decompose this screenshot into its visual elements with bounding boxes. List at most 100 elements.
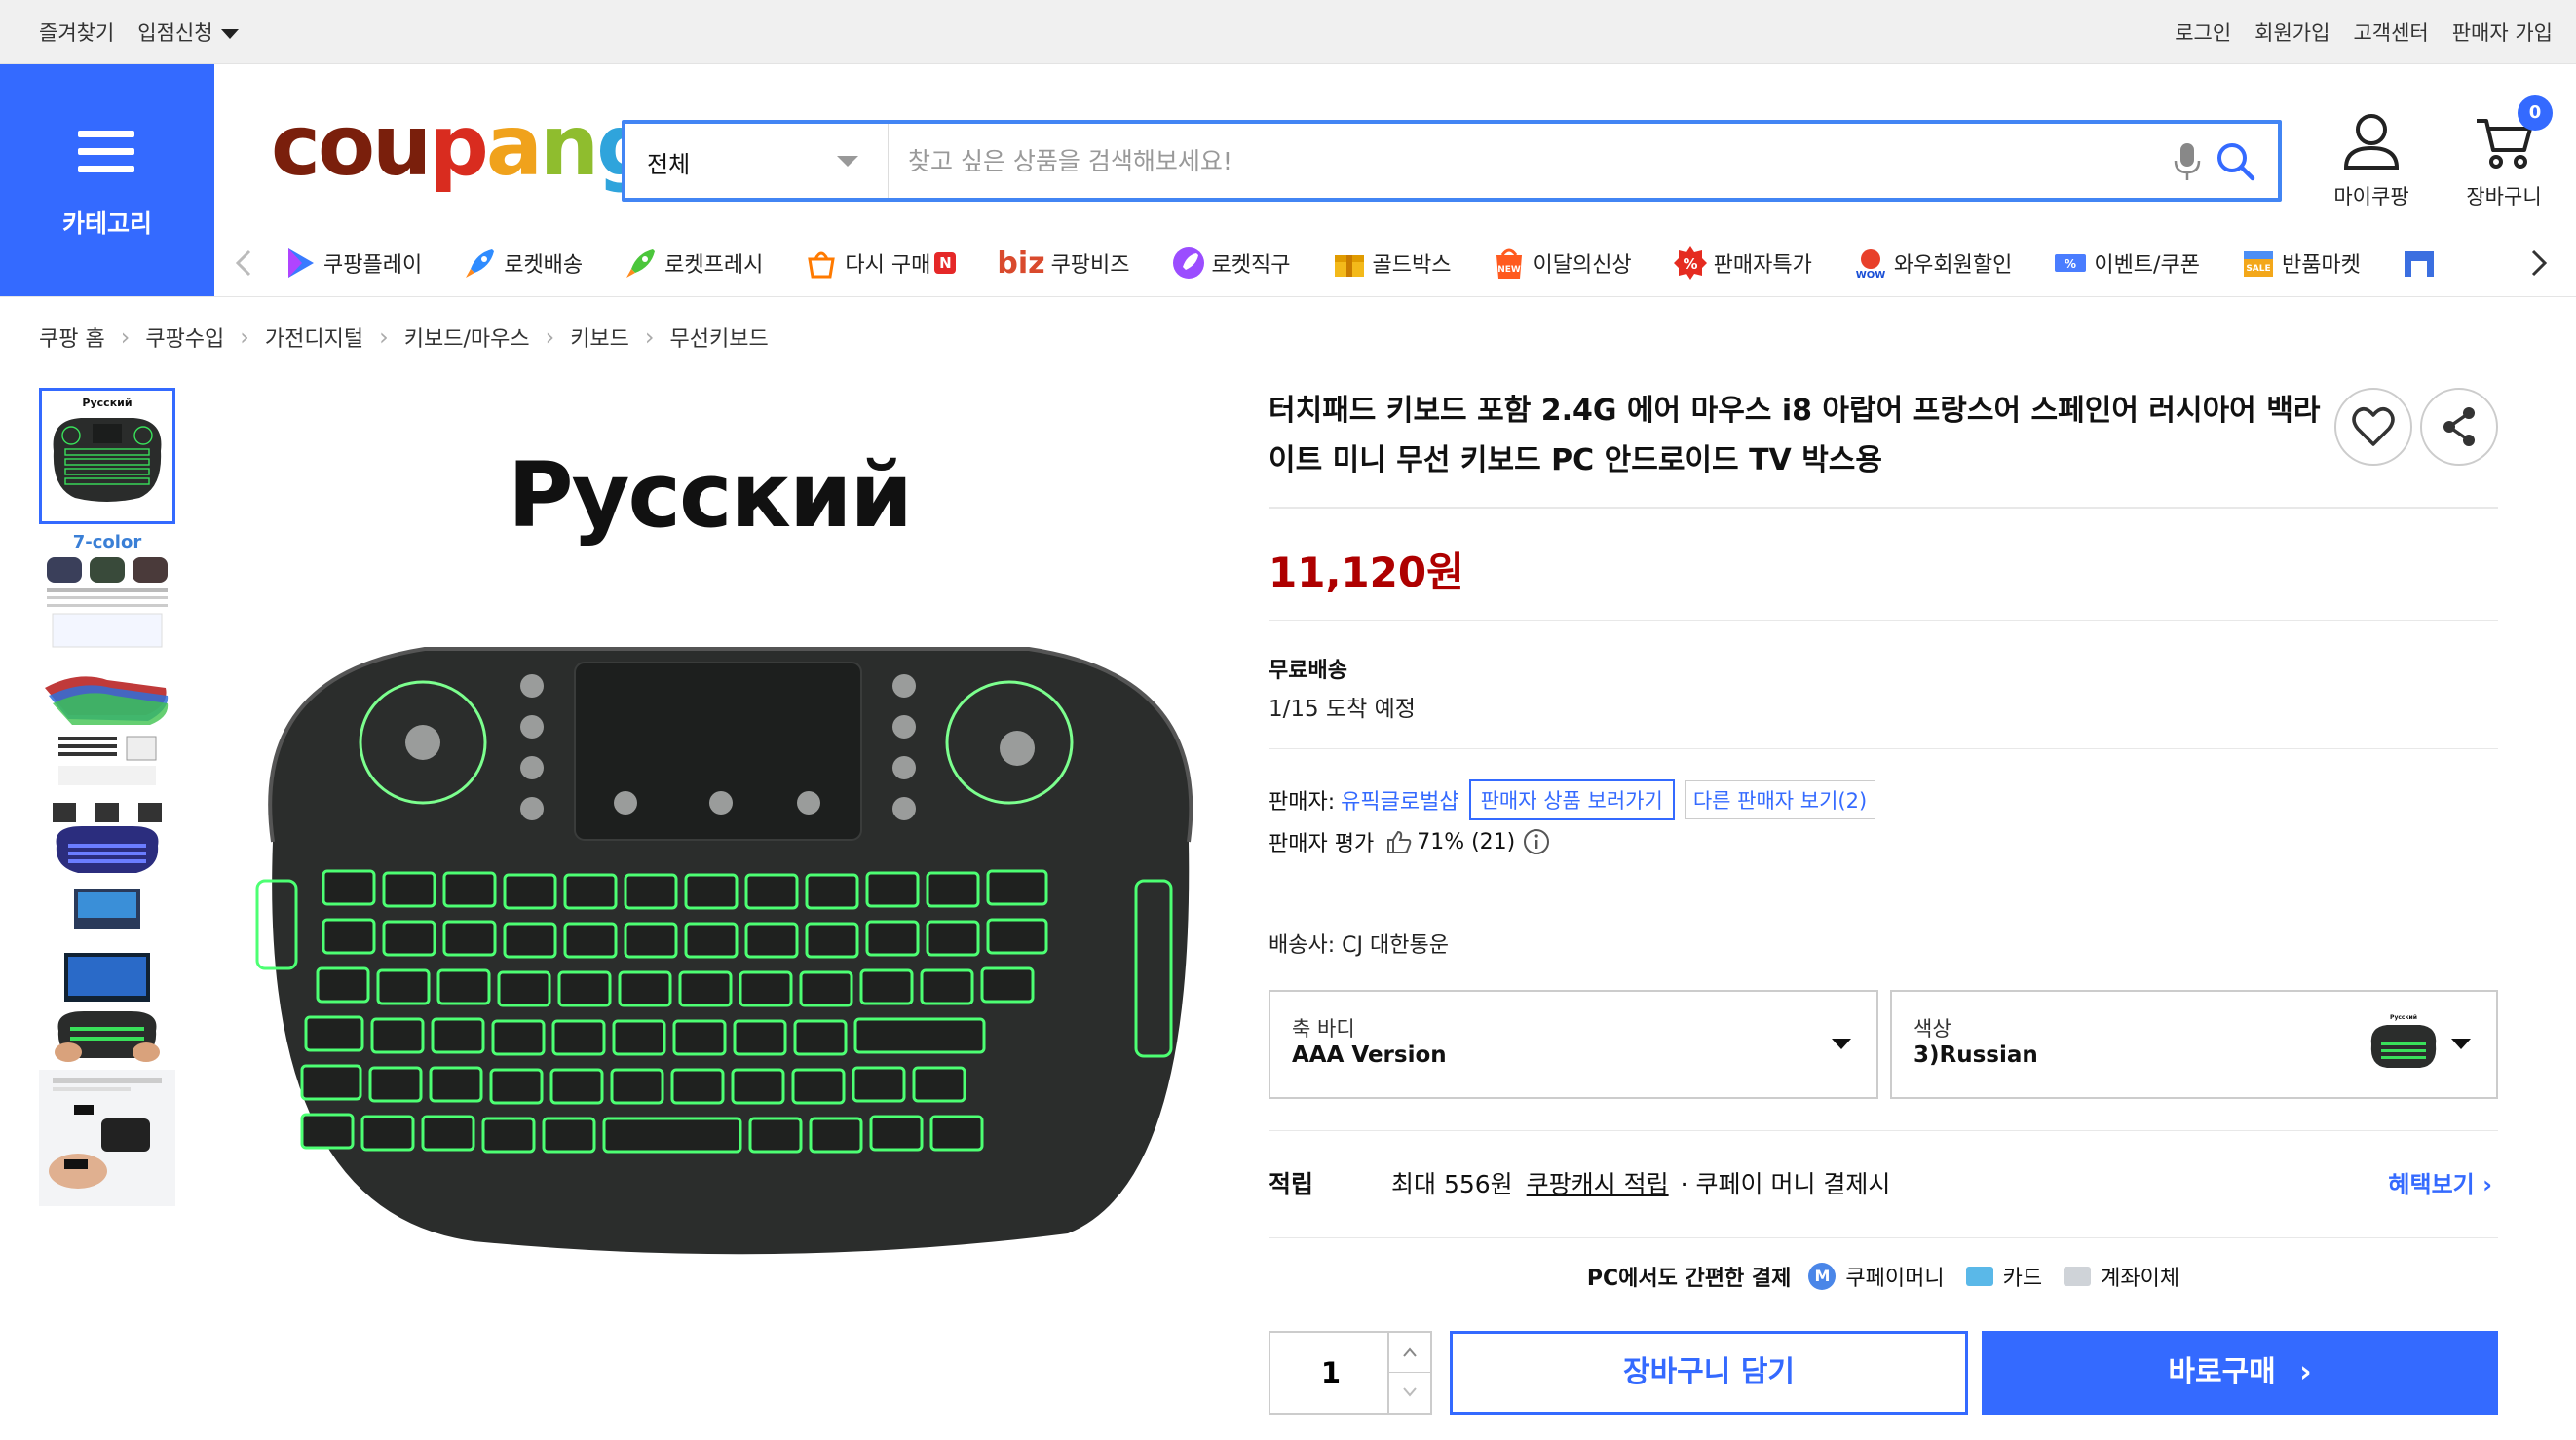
- seller-rating-row: 판매자 평가 71% (21): [1269, 826, 1550, 857]
- bank-transfer-label: 계좌이체: [2101, 1267, 2180, 1291]
- divider: [1269, 1237, 2498, 1238]
- user-icon: [2343, 114, 2400, 170]
- nav-item-partial[interactable]: [2402, 246, 2443, 281]
- svg-text:SALE: SALE: [2246, 264, 2270, 274]
- breadcrumb: 쿠팡 홈 › 쿠팡수입 › 가전디지털 › 키보드/마우스 › 키보드 › 무선키보드: [39, 322, 769, 353]
- my-coupang-label: 마이쿠팡: [2333, 185, 2409, 208]
- card-label: 카드: [2002, 1267, 2043, 1291]
- main-product-image[interactable]: Русский: [230, 394, 1224, 1290]
- thumbnail-5[interactable]: [39, 933, 175, 1070]
- breadcrumb-item[interactable]: 가전디지털: [265, 322, 363, 353]
- breadcrumb-item[interactable]: 키보드: [570, 322, 629, 353]
- nav-item-coupang-play[interactable]: 쿠팡플레이: [283, 246, 422, 281]
- heart-icon: [2352, 407, 2395, 446]
- nav-item-events-coupons[interactable]: % 이벤트/쿠폰: [2053, 246, 2200, 281]
- quantity-input[interactable]: [1272, 1335, 1389, 1411]
- seller-row: 판매자: 유픽글로벌샵 판매자 상품 보러가기 다른 판매자 보기(2): [1269, 779, 1876, 820]
- chevron-right-icon: ›: [2482, 1171, 2492, 1198]
- buy-now-button[interactable]: 바로구매 ›: [1982, 1331, 2498, 1415]
- add-to-cart-button[interactable]: 장바구니 담기: [1450, 1331, 1968, 1415]
- thumbnail-list: Русский 7-color: [39, 388, 175, 1206]
- carrier-info: 배송사: CJ 대한통운: [1269, 933, 1449, 958]
- seller-name-link[interactable]: 유픽글로벌샵: [1341, 784, 1458, 815]
- signup-link[interactable]: 회원가입: [2254, 18, 2330, 47]
- quantity-increase-button[interactable]: [1387, 1333, 1430, 1373]
- cart-button[interactable]: 0 장바구니: [2436, 95, 2572, 210]
- breadcrumb-item[interactable]: 키보드/마우스: [404, 322, 530, 353]
- search-bar: 전체: [622, 120, 2282, 202]
- option-select-body[interactable]: 축 바디 AAA Version: [1269, 990, 1878, 1099]
- seller-rating-value: 71% (21): [1417, 829, 1516, 854]
- breadcrumb-item[interactable]: 무선키보드: [670, 322, 769, 353]
- nav-item-new-arrivals[interactable]: NEW 이달의신상: [1492, 246, 1632, 281]
- search-icon[interactable]: [2214, 139, 2256, 182]
- thumbnail-3[interactable]: [39, 661, 175, 797]
- seller-products-button[interactable]: 판매자 상품 보러가기: [1468, 779, 1675, 820]
- thumbnail-1[interactable]: Русский: [39, 388, 175, 524]
- seller-signup-link[interactable]: 판매자 가입: [2452, 18, 2553, 47]
- thumbs-up-icon: [1387, 830, 1412, 853]
- search-scope-select[interactable]: 전체: [625, 124, 889, 198]
- chevron-right-icon[interactable]: [2523, 247, 2553, 279]
- option-value: 3)Russian: [1913, 1042, 2038, 1068]
- support-link[interactable]: 고객센터: [2353, 18, 2428, 47]
- dropdown-arrow-icon: [2451, 1039, 2471, 1049]
- nav-item-seller-deals[interactable]: % 판매자특가: [1673, 246, 1812, 281]
- nav-item-return-market[interactable]: SALE 반품마켓: [2241, 246, 2361, 281]
- reward-condition: · 쿠페이 머니 결제시: [1680, 1170, 1891, 1198]
- thumbnail-4[interactable]: [39, 797, 175, 933]
- breadcrumb-item[interactable]: 쿠팡수입: [145, 322, 224, 353]
- chevron-left-icon[interactable]: [230, 247, 259, 279]
- nav-item-repurchase[interactable]: 다시 구매 N: [804, 246, 957, 281]
- cart-label: 장바구니: [2466, 185, 2542, 208]
- search-scope-value: 전체: [647, 151, 691, 178]
- svg-text:%: %: [1683, 255, 1697, 273]
- favorites-link[interactable]: 즐겨찾기: [39, 18, 114, 47]
- new-badge: N: [934, 252, 957, 274]
- chevron-right-icon: ›: [2299, 1355, 2312, 1389]
- nav-item-coupang-biz[interactable]: biz 쿠팡비즈: [997, 246, 1129, 281]
- login-link[interactable]: 로그인: [2175, 18, 2231, 47]
- payment-methods: PC에서도 간편한 결제 M 쿠페이머니 카드 계좌이체: [1269, 1261, 2498, 1292]
- quantity-stepper: [1269, 1331, 1432, 1415]
- quantity-decrease-button[interactable]: [1387, 1373, 1430, 1413]
- other-sellers-button[interactable]: 다른 판매자 보기(2): [1684, 780, 1876, 819]
- category-menu-button[interactable]: 카테고리: [0, 64, 214, 296]
- thumbnail-6[interactable]: [39, 1070, 175, 1206]
- chevron-up-icon: [1403, 1347, 1417, 1357]
- nav-item-rocket-global[interactable]: 로켓직구: [1171, 246, 1291, 281]
- option-thumbnail: Русский: [2370, 1014, 2437, 1068]
- reward-row: 적립 최대 556원 쿠팡캐시 적립 · 쿠페이 머니 결제시 혜택보기 ›: [1269, 1165, 2498, 1200]
- my-coupang-button[interactable]: 마이쿠팡: [2303, 111, 2440, 210]
- nav-item-rocket-fresh[interactable]: 로켓프레시: [624, 246, 763, 281]
- nav-item-goldbox[interactable]: 골드박스: [1332, 246, 1451, 281]
- nav-item-rocket-delivery[interactable]: 로켓배송: [463, 246, 583, 281]
- breadcrumb-item[interactable]: 쿠팡 홈: [39, 322, 105, 353]
- category-label: 카테고리: [61, 209, 152, 238]
- reward-label: 적립: [1269, 1170, 1314, 1198]
- svg-text:WOW: WOW: [1856, 270, 1886, 281]
- wishlist-button[interactable]: [2334, 388, 2412, 466]
- play-icon: [288, 248, 314, 278]
- option-select-color[interactable]: 색상 3)Russian Русский: [1890, 990, 2498, 1099]
- thumbnail-2[interactable]: 7-color: [39, 524, 175, 661]
- svg-text:%: %: [2065, 257, 2076, 271]
- svg-text:Русский: Русский: [508, 443, 911, 548]
- svg-text:Русский: Русский: [2390, 1014, 2417, 1021]
- coupang-logo[interactable]: coupang: [271, 99, 657, 193]
- search-input[interactable]: [908, 139, 2077, 182]
- product-price: 11,120원: [1269, 549, 1464, 596]
- info-icon[interactable]: [1523, 828, 1550, 855]
- dropdown-arrow-icon: [1832, 1039, 1851, 1049]
- nav-item-wow-discount[interactable]: WOW 와우회원할인: [1853, 246, 2012, 281]
- option-label: 색상: [1913, 1017, 1951, 1041]
- biz-icon: biz: [997, 246, 1045, 281]
- microphone-icon[interactable]: [2171, 141, 2204, 182]
- header-divider: [0, 296, 2576, 297]
- share-button[interactable]: [2420, 388, 2498, 466]
- top-utility-bar: 즐겨찾기 입점신청 로그인 회원가입 고객센터 판매자 가입: [0, 0, 2576, 64]
- store-apply-menu[interactable]: 입점신청: [137, 18, 239, 47]
- benefits-link[interactable]: 혜택보기 ›: [2388, 1165, 2492, 1199]
- coupang-cash-link[interactable]: 쿠팡캐시 적립: [1527, 1165, 1669, 1200]
- product-title: 터치패드 키보드 포함 2.4G 에어 마우스 i8 아랍어 프랑스어 스페인어…: [1269, 394, 2321, 477]
